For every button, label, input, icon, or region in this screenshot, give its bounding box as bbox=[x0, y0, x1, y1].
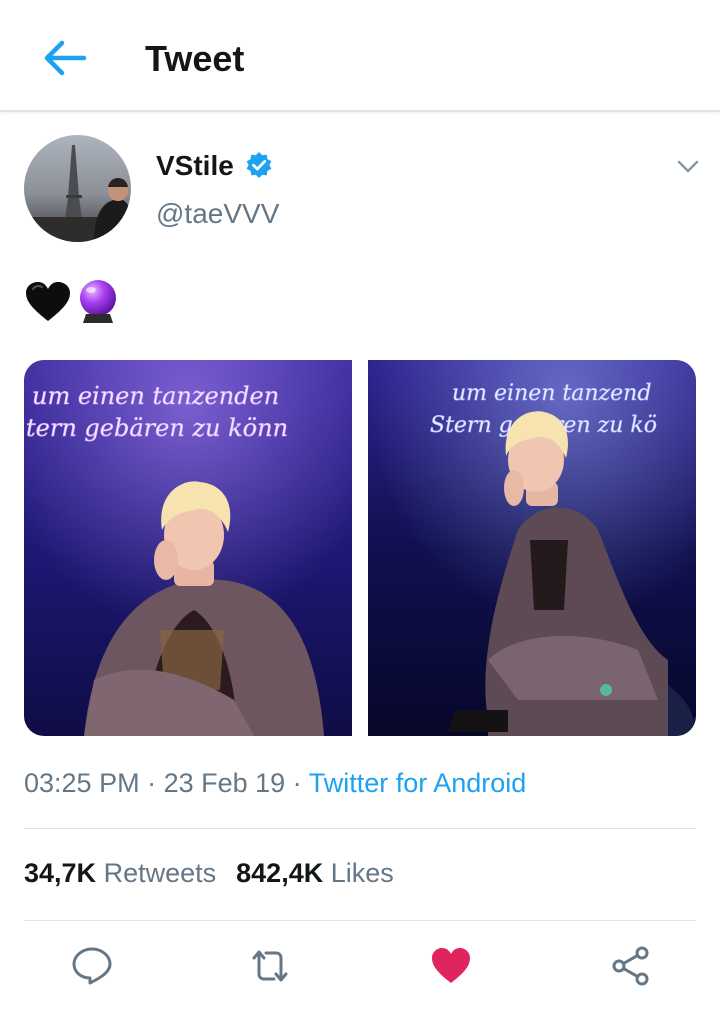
retweets-label: Retweets bbox=[103, 858, 217, 888]
retweet-icon bbox=[252, 950, 288, 982]
divider bbox=[24, 828, 696, 829]
retweets-stat[interactable]: 34,7K Retweets bbox=[24, 858, 216, 888]
tweet-photo-2[interactable]: um einen tanzend Stern gebären zu kö bbox=[368, 360, 696, 736]
likes-label: Likes bbox=[330, 858, 394, 888]
likes-count: 842,4K bbox=[236, 858, 324, 888]
retweets-count: 34,7K bbox=[24, 858, 97, 888]
divider bbox=[24, 920, 696, 921]
share-icon bbox=[612, 946, 649, 986]
top-app-bar: Tweet bbox=[0, 0, 720, 112]
neon-text-line-2: tern gebären zu könn bbox=[26, 414, 288, 442]
display-name[interactable]: VStile bbox=[156, 150, 234, 182]
likes-stat[interactable]: 842,4K Likes bbox=[236, 858, 394, 888]
crystal-ball-icon bbox=[80, 280, 116, 323]
tweet-time: 03:25 PM bbox=[24, 768, 140, 798]
heart-filled-icon bbox=[432, 948, 470, 983]
back-button[interactable] bbox=[36, 34, 92, 82]
black-heart-icon bbox=[26, 282, 70, 321]
tweet-meta: 03:25 PM · 23 Feb 19 · Twitter for Andro… bbox=[24, 768, 526, 799]
back-arrow-icon bbox=[44, 40, 87, 76]
retweet-button[interactable] bbox=[248, 944, 292, 988]
avatar-image bbox=[24, 135, 131, 242]
tweet-source-link[interactable]: Twitter for Android bbox=[309, 768, 527, 798]
chevron-down-icon[interactable] bbox=[674, 152, 702, 180]
reply-icon bbox=[72, 947, 112, 985]
share-button[interactable] bbox=[609, 944, 653, 988]
tweet-stats: 34,7K Retweets 842,4K Likes bbox=[24, 858, 414, 889]
reply-button[interactable] bbox=[70, 944, 114, 988]
avatar[interactable] bbox=[24, 135, 131, 242]
page-title: Tweet bbox=[145, 38, 245, 79]
tweet-date: 23 Feb 19 bbox=[163, 768, 286, 798]
verified-badge-icon bbox=[246, 152, 272, 178]
meta-separator: · bbox=[285, 768, 309, 798]
neon-text-line-1: um einen tanzend bbox=[452, 381, 651, 406]
meta-separator: · bbox=[139, 768, 164, 798]
user-handle[interactable]: @taeVVV bbox=[156, 198, 279, 230]
photo-image: um einen tanzend Stern gebären zu kö bbox=[368, 360, 696, 736]
like-button[interactable] bbox=[429, 944, 473, 988]
photo-image: um einen tanzenden tern gebären zu könn bbox=[24, 360, 352, 736]
tweet-text bbox=[24, 278, 122, 326]
neon-text-line-1: um einen tanzenden bbox=[32, 382, 279, 410]
tweet-photo-1[interactable]: um einen tanzenden tern gebären zu könn bbox=[24, 360, 352, 736]
